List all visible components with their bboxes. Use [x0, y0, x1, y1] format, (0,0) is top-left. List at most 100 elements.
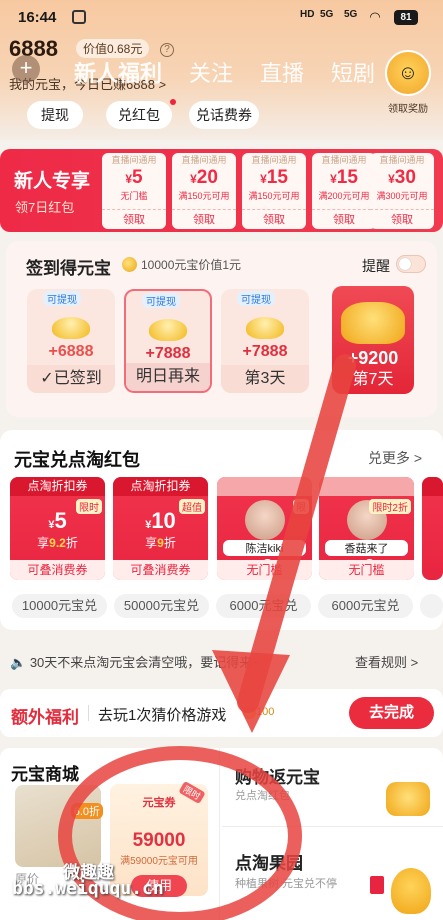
remind-toggle[interactable] — [396, 255, 426, 273]
orchard-title[interactable]: 点淘果园 — [235, 849, 303, 874]
orchard-subtitle: 种植果树 元宝兑不停 — [235, 878, 338, 890]
ticket-head: 点淘折扣券 — [113, 477, 208, 496]
exchange-more-link[interactable]: 兑更多 > — [368, 448, 422, 468]
sign-day-1[interactable]: 可提现 +6888 ✓已签到 — [27, 289, 115, 393]
view-rules-link[interactable]: 查看规则 > — [355, 652, 418, 671]
streamer-name: 陈洁kiki — [223, 540, 306, 556]
claim-button[interactable]: 领取 — [242, 209, 306, 229]
exchange-price-pill[interactable]: 6000元宝兑 — [216, 594, 311, 618]
hd-signal-icon: HD — [300, 9, 315, 20]
coupon-condition: 满59000元宝可用 — [120, 856, 198, 867]
extra-bonus-bar: 额外福利 去玩1次猜价格游戏 100 去完成 — [0, 689, 443, 737]
battery-icon: 81 — [394, 10, 418, 25]
divider — [219, 748, 220, 920]
go-complete-button[interactable]: 去完成 — [349, 697, 434, 729]
plus-icon[interactable]: + — [12, 55, 40, 83]
tab-follow[interactable]: 关注 — [189, 56, 233, 88]
coupon-condition: 满200元可用 — [318, 191, 370, 201]
top-tabs: 新人福利 关注 直播 短剧 — [74, 56, 375, 88]
mascot-bird-icon — [391, 868, 431, 914]
coupon-head: 直播间通用 — [379, 155, 425, 165]
exchange-price-pill[interactable]: 10000元宝兑 — [12, 594, 107, 618]
network-5g-2: 5G — [344, 9, 358, 20]
notice-bar: 🔈 30天不来点淘元宝会清空哦，要记得来~ 查看规则 > — [0, 643, 443, 677]
coupon-amount: 59000 — [132, 830, 186, 851]
streamer-ticket[interactable]: . 限 陈洁kiki ¥3 无门槛 — [217, 477, 312, 580]
sign-in-title: 签到得元宝 — [26, 259, 111, 278]
wifi-icon: ◠ — [370, 9, 380, 24]
ticket-discount: 享9.2折 — [37, 536, 78, 550]
shop-cashback-title[interactable]: 购物返元宝 — [235, 763, 320, 788]
discount-ticket[interactable]: 点淘折扣券 限时 ¥5 享9.2折 可叠消费券 — [10, 477, 105, 580]
new-dot-badge — [170, 99, 176, 105]
newbie-coupon[interactable]: 直播间通用 ¥30 满300元可用 领取 — [370, 153, 434, 229]
extra-task-desc: 去玩1次猜价格游戏 — [98, 707, 227, 724]
claim-button[interactable]: 领取 — [102, 209, 166, 229]
ticket-peek[interactable] — [422, 477, 443, 580]
discount-ticket[interactable]: 点淘折扣券 超值 ¥10 享9折 可叠消费券 — [113, 477, 208, 580]
ticket-head: . — [217, 477, 312, 496]
withdraw-button[interactable]: 提现 — [27, 101, 83, 129]
claim-button[interactable]: 领取 — [312, 209, 376, 229]
newbie-coupon[interactable]: 直播间通用 ¥15 满150元可用 领取 — [242, 153, 306, 229]
newbie-subtitle: 领7日红包 — [15, 200, 75, 215]
shop-cashback-subtitle: 兑点淘红包 — [235, 790, 290, 802]
watermark-url: bbs.weiququ.cn — [12, 878, 164, 899]
coupon-head: 直播间通用 — [181, 155, 227, 165]
newbie-coupon[interactable]: 直播间通用 ¥15 满200元可用 领取 — [312, 153, 376, 229]
notification-icon — [72, 10, 86, 24]
ticket-foot: 可叠消费券 — [10, 560, 105, 580]
day-status: 第3天 — [221, 365, 309, 393]
streamer-avatar — [244, 500, 285, 540]
newbie-coupon[interactable]: 直播间通用 ¥5 无门槛 领取 — [102, 153, 166, 229]
redeem-phone-fee-button[interactable]: 兑话费券 — [189, 101, 259, 129]
ticket-tag: 限时2折 — [369, 499, 411, 514]
mascot-icon: ☺ — [385, 50, 431, 96]
withdrawable-badge: 可提现 — [142, 293, 180, 308]
claim-reward-button[interactable]: ☺ 领取奖励 — [377, 50, 439, 115]
divider — [88, 705, 89, 721]
claim-button[interactable]: 领取 — [172, 209, 236, 229]
coupon-head: 直播间通用 — [111, 155, 157, 165]
extra-points: 100 — [256, 706, 275, 718]
help-icon[interactable]: ? — [160, 43, 174, 57]
sign-day-3[interactable]: 可提现 +7888 第3天 — [221, 289, 309, 393]
tab-live[interactable]: 直播 — [260, 56, 304, 88]
coupon-head: 直播间通用 — [251, 155, 297, 165]
newbie-title: 新人专享 — [14, 171, 91, 192]
ingot-icon — [246, 317, 284, 339]
sign-day-2[interactable]: 可提现 +7888 明日再来 — [124, 289, 212, 393]
exchange-title: 元宝兑点淘红包 — [14, 450, 140, 470]
exchange-price-pill[interactable]: 50000元宝兑 — [114, 594, 209, 618]
newbie-section: 新人专享 领7日红包 直播间通用 ¥5 无门槛 领取 直播间通用 ¥20 满15… — [0, 149, 443, 232]
coupon-amount: ¥20 — [190, 167, 218, 188]
day-status: 明日再来 — [126, 363, 210, 391]
coupon-condition: 满300元可用 — [376, 191, 428, 201]
exchange-price-pill-peek[interactable] — [420, 594, 443, 618]
claim-reward-label: 领取奖励 — [388, 104, 428, 115]
gold-gift-icon — [386, 782, 430, 816]
newbie-coupon[interactable]: 直播间通用 ¥20 满150元可用 领取 — [172, 153, 236, 229]
mall-product-image[interactable]: 6.0折 — [15, 785, 103, 867]
ingot-pile-icon — [341, 302, 405, 344]
coin-icon — [122, 257, 137, 272]
exchange-price-pill[interactable]: 6000元宝兑 — [318, 594, 413, 618]
product-discount: 6.0折 — [70, 803, 103, 819]
tab-newbie[interactable]: 新人福利 — [74, 56, 162, 88]
sign-day-7[interactable]: +9200 第7天 — [332, 286, 414, 394]
status-bar: 16:44 HD 5G 5G ◠ 81 — [0, 0, 443, 36]
mall-title: 元宝商城 — [11, 765, 79, 784]
tab-short-drama[interactable]: 短剧 — [331, 56, 375, 88]
withdrawable-badge: 可提现 — [237, 291, 275, 306]
ticket-foot: 无门槛 — [217, 560, 312, 580]
streamer-ticket[interactable]: . 限时2折 香菇来了 ¥3 无门槛 — [319, 477, 414, 580]
coupon-condition: 无门槛 — [120, 191, 148, 201]
coupon-amount: ¥15 — [330, 167, 358, 188]
claim-button[interactable]: 领取 — [370, 209, 434, 229]
network-5g-1: 5G — [320, 9, 334, 20]
ticket-foot: 无门槛 — [319, 560, 414, 580]
coupon-head: 直播间通用 — [321, 155, 367, 165]
red-packet-icon — [370, 876, 384, 894]
redeem-redpacket-button[interactable]: 兑红包 — [106, 101, 172, 129]
day-value: +6888 — [48, 343, 94, 360]
